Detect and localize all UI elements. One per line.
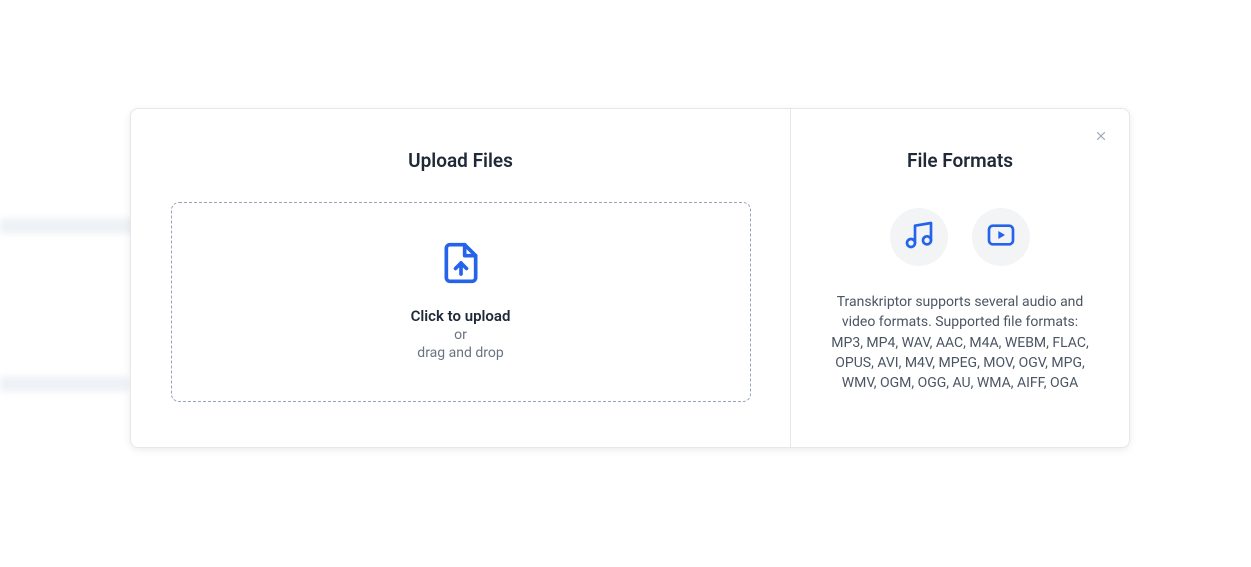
upload-title: Upload Files — [408, 149, 513, 172]
formats-panel: File Formats — [791, 109, 1129, 447]
file-upload-icon — [439, 241, 483, 307]
formats-description: Transkriptor supports several audio and … — [830, 292, 1090, 393]
audio-format-badge — [890, 208, 948, 266]
music-icon — [903, 219, 935, 255]
background-blur-text — [0, 218, 140, 234]
format-icons-row — [890, 208, 1030, 266]
close-icon — [1094, 129, 1108, 146]
close-button[interactable] — [1089, 125, 1113, 149]
upload-primary-text: Click to upload — [411, 307, 511, 325]
upload-secondary-text: drag and drop — [417, 345, 503, 361]
upload-panel: Upload Files Click to upload or drag and… — [131, 109, 791, 447]
upload-dropzone[interactable]: Click to upload or drag and drop — [171, 202, 751, 402]
video-icon — [985, 219, 1017, 255]
formats-title: File Formats — [907, 149, 1013, 172]
upload-modal: Upload Files Click to upload or drag and… — [130, 108, 1130, 448]
background-blur-text — [0, 376, 130, 392]
video-format-badge — [972, 208, 1030, 266]
upload-or-text: or — [454, 327, 467, 343]
